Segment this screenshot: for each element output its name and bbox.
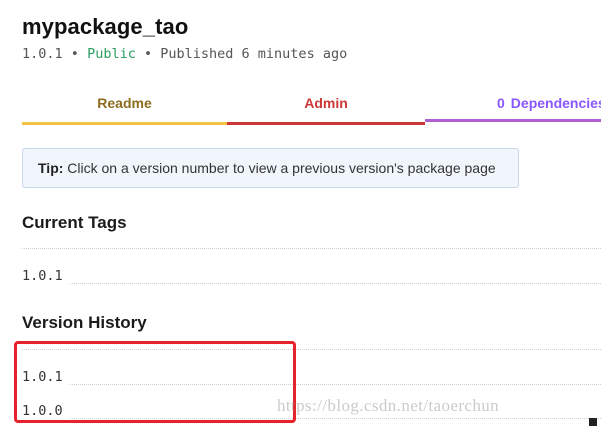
package-title: mypackage_tao <box>22 14 189 39</box>
package-tabs: Readme Admin 0 Dependencies <box>22 86 601 126</box>
tab-admin-label: Admin <box>304 95 348 111</box>
current-tag-row: 1.0.1 <box>22 268 601 290</box>
tab-admin[interactable]: Admin <box>227 86 425 125</box>
corner-mark <box>589 418 597 426</box>
visibility-badge: Public <box>87 46 136 62</box>
row-dotted-leader <box>70 283 601 284</box>
tip-text: Click on a version number to view a prev… <box>67 160 496 176</box>
package-version: 1.0.1 <box>22 46 63 62</box>
tab-dependencies-label: Dependencies <box>510 95 601 111</box>
current-tags-divider <box>22 248 601 249</box>
tip-banner: Tip: Click on a version number to view a… <box>22 148 519 188</box>
current-tags-heading: Current Tags <box>22 213 127 232</box>
tab-readme-label: Readme <box>97 95 152 111</box>
published-time: Published 6 minutes ago <box>160 46 348 62</box>
package-meta: 1.0.1 • Public • Published 6 minutes ago <box>22 46 347 62</box>
watermark-text: https://blog.csdn.net/taoerchun <box>277 396 500 415</box>
meta-separator: • <box>70 46 79 62</box>
tab-readme[interactable]: Readme <box>22 86 227 125</box>
tip-label: Tip: <box>38 160 64 176</box>
current-tag-version-link[interactable]: 1.0.1 <box>22 268 63 284</box>
dependencies-count: 0 <box>497 95 505 111</box>
tab-dependencies[interactable]: 0 Dependencies <box>425 86 601 122</box>
annotation-highlight-box <box>14 341 296 423</box>
meta-separator: • <box>143 46 153 62</box>
version-history-heading: Version History <box>22 313 147 332</box>
